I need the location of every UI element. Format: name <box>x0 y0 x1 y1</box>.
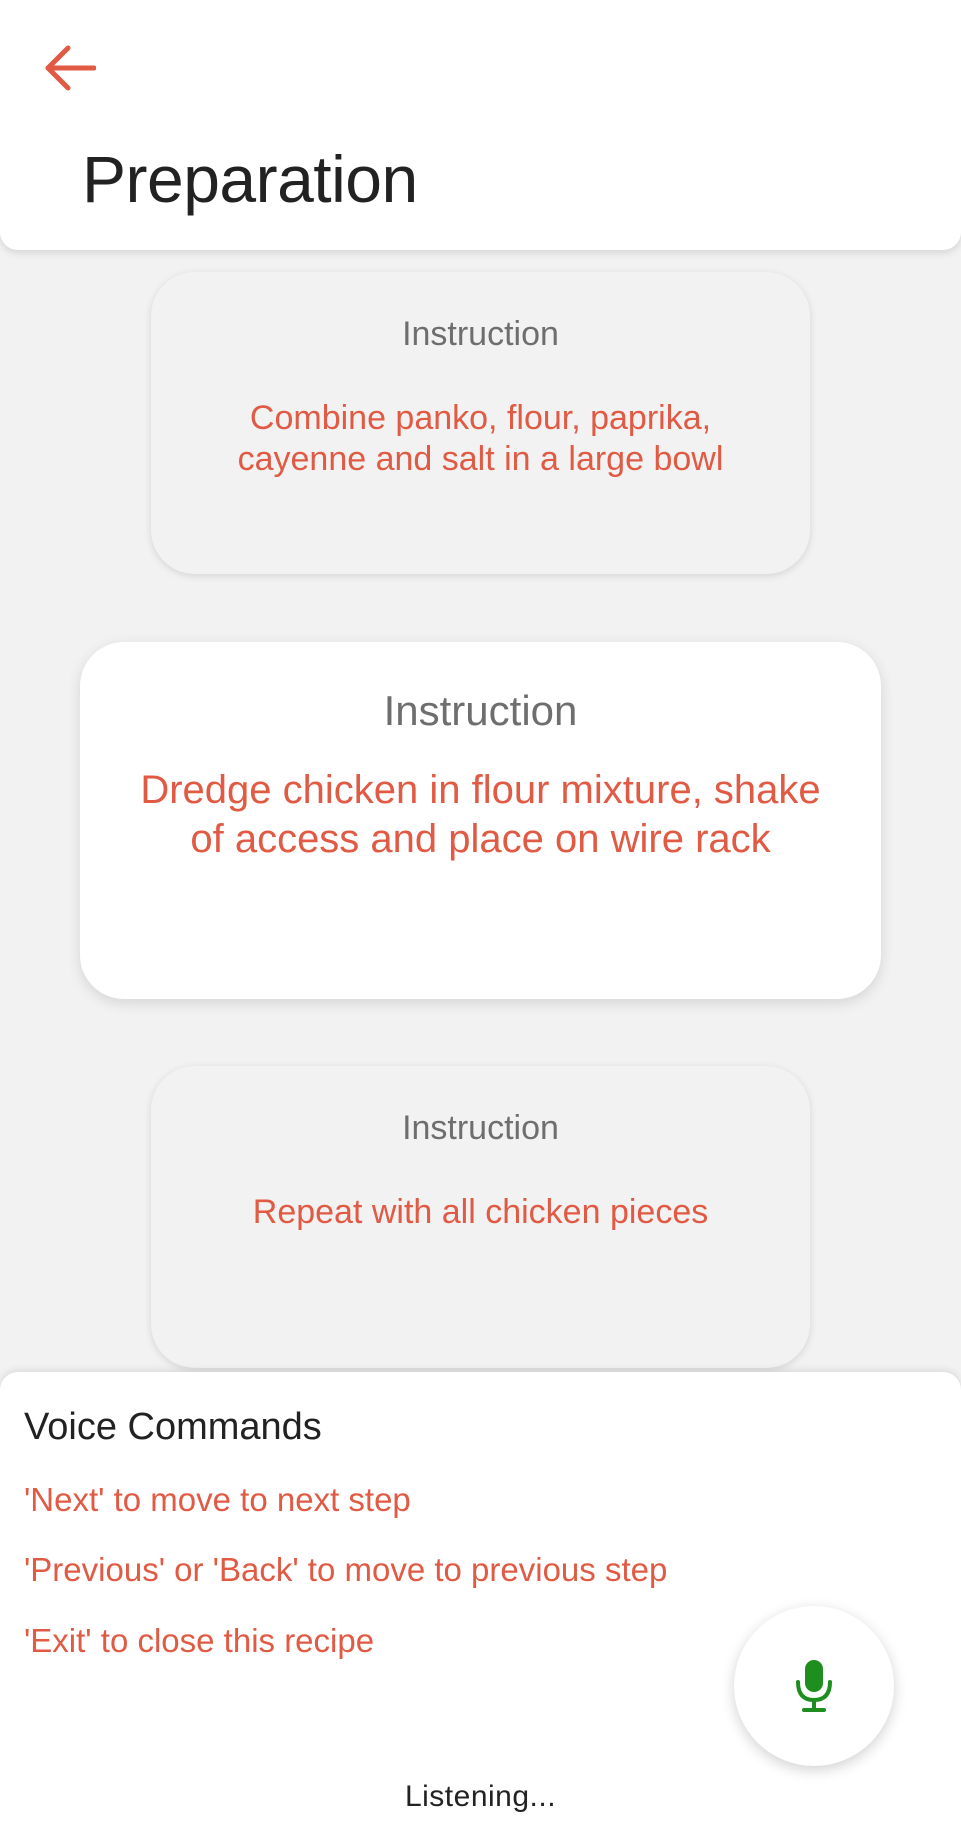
arrow-left-icon <box>45 45 96 91</box>
instruction-label: Instruction <box>402 315 559 353</box>
instruction-text: Dredge chicken in flour mixture, shake o… <box>140 768 821 861</box>
voice-command-exit: 'Exit' to close this recipe <box>24 1622 375 1659</box>
app-header: Preparation <box>0 0 961 250</box>
back-button[interactable] <box>40 38 100 98</box>
microphone-icon <box>796 1660 832 1712</box>
voice-command-next: 'Next' to move to next step <box>24 1481 411 1518</box>
page-title: Preparation <box>82 142 418 216</box>
instruction-text: Combine panko, flour, paprika, cayenne a… <box>237 399 724 478</box>
instruction-text: Repeat with all chicken pieces <box>252 1193 709 1231</box>
instruction-card-current[interactable]: Instruction Dredge chicken in flour mixt… <box>80 642 881 999</box>
voice-commands-title: Voice Commands <box>24 1406 322 1448</box>
listening-status: Listening... <box>404 1780 557 1813</box>
instruction-label: Instruction <box>383 687 578 734</box>
instruction-label: Instruction <box>402 1109 559 1147</box>
microphone-button[interactable] <box>734 1606 894 1766</box>
instruction-card-next[interactable]: Instruction Repeat with all chicken piec… <box>151 1066 810 1368</box>
voice-commands-panel: Voice Commands 'Next' to move to next st… <box>0 1372 961 1822</box>
voice-command-previous: 'Previous' or 'Back' to move to previous… <box>24 1551 668 1588</box>
instruction-card-previous[interactable]: Instruction Combine panko, flour, paprik… <box>151 272 810 574</box>
